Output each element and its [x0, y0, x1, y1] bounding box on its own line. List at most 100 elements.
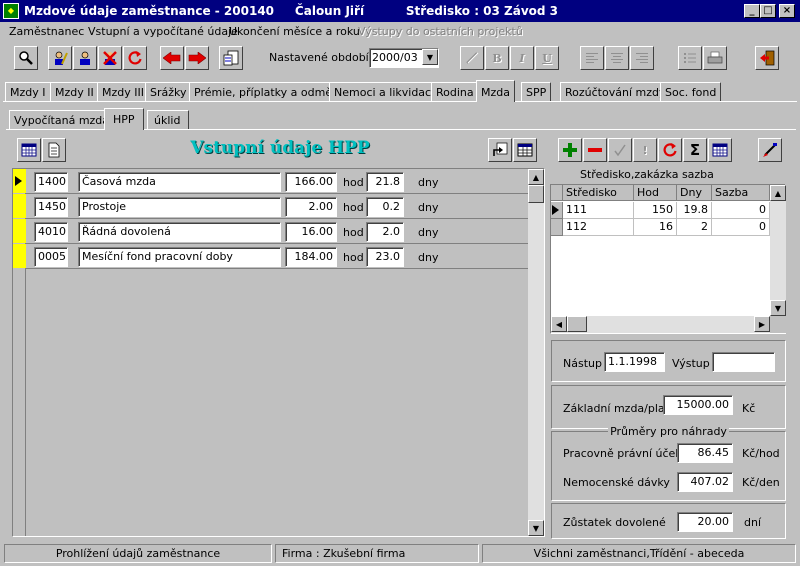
- grid-vertical-scrollbar[interactable]: ▲ ▼: [770, 185, 786, 316]
- italic-button[interactable]: I: [510, 46, 534, 70]
- tab-mzdy-2[interactable]: Mzdy II: [50, 82, 99, 102]
- row-days[interactable]: 0.2: [366, 197, 404, 217]
- vertical-scrollbar[interactable]: ▲ ▼: [528, 169, 544, 536]
- document-button[interactable]: [219, 46, 243, 70]
- salary-field[interactable]: 15000.00: [663, 395, 733, 415]
- row-selector[interactable]: [551, 219, 563, 236]
- grid-cell-sazba[interactable]: 0: [712, 219, 770, 236]
- row-hours[interactable]: 16.00: [285, 222, 337, 242]
- minimize-button[interactable]: _: [744, 4, 760, 18]
- column-header-hod[interactable]: Hod: [634, 185, 677, 201]
- notes-button[interactable]: [42, 138, 66, 162]
- edit-employee-button[interactable]: [48, 46, 72, 70]
- add-row-button[interactable]: [558, 138, 582, 162]
- table-view-button[interactable]: [513, 138, 537, 162]
- row-code[interactable]: 4010: [34, 222, 68, 242]
- row-days[interactable]: 23.0: [366, 247, 404, 267]
- tab-uklid[interactable]: úklid: [147, 110, 190, 130]
- end-date-field[interactable]: [712, 352, 775, 372]
- menu-employee[interactable]: Zaměstnanec: [9, 25, 84, 38]
- scroll-left-icon[interactable]: ◀: [551, 316, 567, 332]
- scroll-thumb[interactable]: [528, 185, 544, 203]
- clear-button[interactable]: [758, 138, 782, 162]
- grid-view-button[interactable]: [708, 138, 732, 162]
- scroll-up-icon[interactable]: ▲: [528, 169, 544, 185]
- grid-cell-hod[interactable]: 150: [634, 202, 677, 219]
- scroll-right-icon[interactable]: ▶: [754, 316, 770, 332]
- table-row[interactable]: 1400 Časová mzda 166.00 hod 21.8 dny: [26, 169, 539, 194]
- underline-button[interactable]: U: [535, 46, 559, 70]
- bold-button[interactable]: B: [485, 46, 509, 70]
- recalculate-button[interactable]: [658, 138, 682, 162]
- format-button[interactable]: [460, 46, 484, 70]
- maximize-button[interactable]: □: [760, 4, 776, 18]
- row-days[interactable]: 2.0: [366, 222, 404, 242]
- row-hours[interactable]: 184.00: [285, 247, 337, 267]
- row-code[interactable]: 0005: [34, 247, 68, 267]
- tab-mzdy-3[interactable]: Mzdy III: [97, 82, 149, 102]
- menu-outputs[interactable]: Výstupy do ostatních projektů: [358, 25, 523, 38]
- align-center-button[interactable]: [605, 46, 629, 70]
- list-button[interactable]: [678, 46, 702, 70]
- row-hours[interactable]: 2.00: [285, 197, 337, 217]
- table-row[interactable]: 0005 Mesíční fond pracovní doby 184.00 h…: [26, 244, 539, 269]
- tab-soc-fond[interactable]: Soc. fond: [660, 82, 722, 102]
- search-button[interactable]: [14, 46, 38, 70]
- row-hours[interactable]: 166.00: [285, 172, 337, 192]
- row-days[interactable]: 21.8: [366, 172, 404, 192]
- grid-cell-dny[interactable]: 19.8: [677, 202, 712, 219]
- row-selector[interactable]: [551, 202, 563, 219]
- print-button[interactable]: [703, 46, 727, 70]
- sum-button[interactable]: Σ: [683, 138, 707, 162]
- export-button[interactable]: [488, 138, 512, 162]
- tab-spp[interactable]: SPP: [521, 82, 552, 102]
- scroll-down-icon[interactable]: ▼: [528, 520, 544, 536]
- grid-cell-stredisko[interactable]: 111: [563, 202, 634, 219]
- tab-mzdy-1[interactable]: Mzdy I: [5, 82, 51, 102]
- tab-hpp[interactable]: HPP: [104, 108, 144, 130]
- grid-cell-stredisko[interactable]: 112: [563, 219, 634, 236]
- table-row[interactable]: 1450 Prostoje 2.00 hod 0.2 dny: [26, 194, 539, 219]
- column-header-stredisko[interactable]: Středisko: [563, 185, 634, 201]
- new-employee-button[interactable]: [73, 46, 97, 70]
- calendar-button[interactable]: [17, 138, 41, 162]
- scroll-up-icon[interactable]: ▲: [770, 185, 786, 201]
- start-date-field[interactable]: 1.1.1998: [604, 352, 665, 372]
- tab-srazky[interactable]: Srážky: [145, 82, 192, 102]
- chevron-down-icon[interactable]: ▼: [422, 49, 438, 65]
- row-name[interactable]: Řádná dovolená: [78, 222, 281, 242]
- tab-rozuctovani[interactable]: Rozúčtování mzdy: [560, 82, 671, 102]
- previous-button[interactable]: [160, 46, 184, 70]
- labor-average-field[interactable]: 86.45: [677, 443, 733, 463]
- tab-mzda[interactable]: Mzda: [476, 80, 515, 102]
- sick-average-field[interactable]: 407.02: [677, 472, 733, 492]
- align-right-button[interactable]: [630, 46, 654, 70]
- align-left-button[interactable]: [580, 46, 604, 70]
- tab-rodina[interactable]: Rodina: [431, 82, 479, 102]
- grid-cell-sazba[interactable]: 0: [712, 202, 770, 219]
- column-header-sazba[interactable]: Sazba: [712, 185, 770, 201]
- delete-employee-button[interactable]: [98, 46, 122, 70]
- close-button[interactable]: ×: [779, 4, 795, 18]
- grid-cell-hod[interactable]: 16: [634, 219, 677, 236]
- period-select[interactable]: 2000/03 ▼: [369, 48, 439, 68]
- scroll-thumb[interactable]: [567, 316, 587, 332]
- column-header-dny[interactable]: Dny: [677, 185, 712, 201]
- tab-nemoci[interactable]: Nemoci a likvidace: [329, 82, 443, 102]
- vacation-field[interactable]: 20.00: [677, 512, 733, 532]
- row-name[interactable]: Mesíční fond pracovní doby: [78, 247, 281, 267]
- confirm-button[interactable]: [608, 138, 632, 162]
- row-code[interactable]: 1400: [34, 172, 68, 192]
- row-name[interactable]: Časová mzda: [78, 172, 281, 192]
- menu-closing[interactable]: Ukončení měsíce a roku: [229, 25, 360, 38]
- refresh-button[interactable]: [123, 46, 147, 70]
- row-code[interactable]: 1450: [34, 197, 68, 217]
- menu-inputs[interactable]: Vstupní a vypočítané údaje: [88, 25, 238, 38]
- tab-premie[interactable]: Prémie, příplatky a odměny: [189, 82, 351, 102]
- grid-cell-dny[interactable]: 2: [677, 219, 712, 236]
- tab-vypocitana-mzda[interactable]: Vypočítaná mzda: [9, 110, 115, 130]
- remove-row-button[interactable]: [583, 138, 607, 162]
- table-row[interactable]: 4010 Řádná dovolená 16.00 hod 2.0 dny: [26, 219, 539, 244]
- warning-button[interactable]: !: [633, 138, 657, 162]
- next-button[interactable]: [185, 46, 209, 70]
